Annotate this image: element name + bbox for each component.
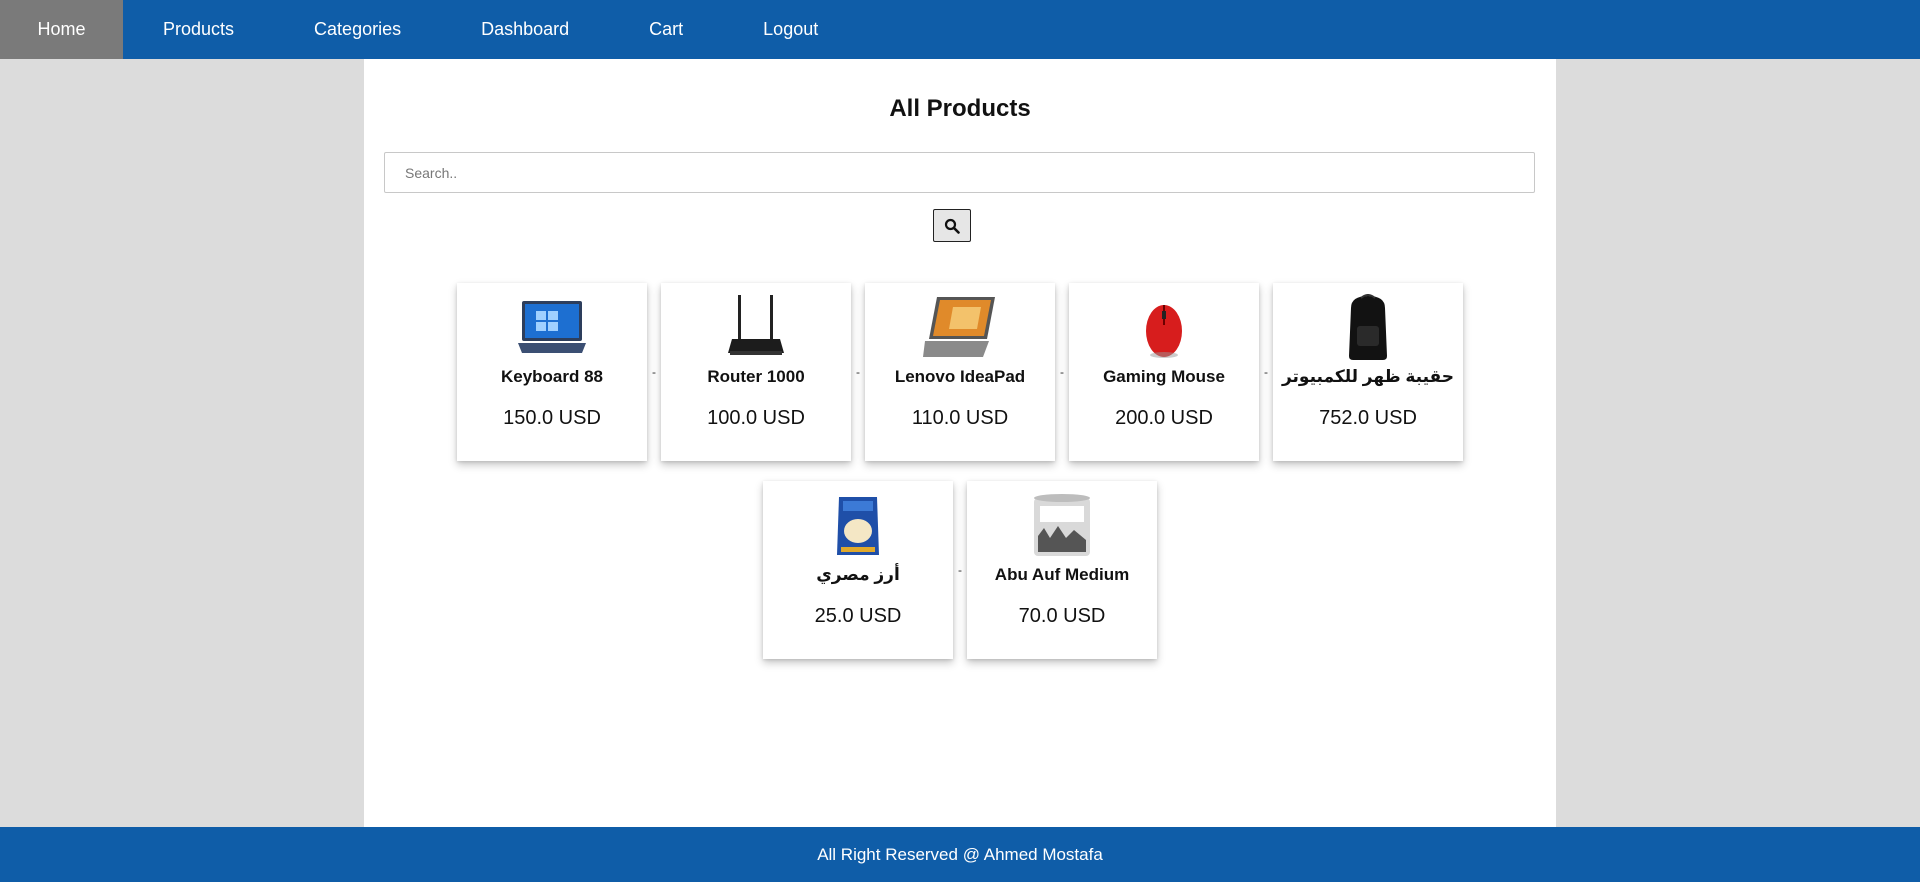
top-nav: Home Products Categories Dashboard Cart … [0, 0, 1920, 59]
footer-text: All Right Reserved @ Ahmed Mostafa [817, 844, 1103, 864]
laptop-image [920, 293, 1000, 363]
product-card[interactable]: Router 1000 100.0 USD [661, 283, 851, 461]
separator: - [652, 365, 656, 379]
nav-dashboard[interactable]: Dashboard [441, 0, 609, 59]
separator: - [958, 563, 962, 577]
router-image [716, 293, 796, 363]
product-price: 25.0 USD [814, 605, 902, 627]
product-name: Gaming Mouse [1103, 367, 1225, 386]
laptop-image [512, 293, 592, 363]
product-name: Abu Auf Medium [994, 565, 1130, 584]
page-title: All Products [889, 95, 1031, 122]
product-price: 150.0 USD [503, 407, 601, 429]
separator: - [1264, 365, 1268, 379]
main-content: All Products Keyboard 88 150.0 [364, 59, 1556, 827]
product-price: 752.0 USD [1319, 407, 1417, 429]
backpack-image [1328, 293, 1408, 363]
product-name: Keyboard 88 [500, 367, 604, 386]
product-price: 200.0 USD [1115, 407, 1213, 429]
mouse-image [1124, 293, 1204, 363]
product-price: 110.0 USD [911, 407, 1009, 429]
product-price: 100.0 USD [707, 407, 805, 429]
product-card[interactable]: Keyboard 88 150.0 USD [457, 283, 647, 461]
separator: - [856, 365, 860, 379]
nav-products[interactable]: Products [123, 0, 274, 59]
search-input[interactable] [384, 152, 1535, 193]
nav-categories[interactable]: Categories [274, 0, 441, 59]
product-card[interactable]: Abu Auf Medium 70.0 USD [967, 481, 1157, 659]
coffee-can-image [1022, 491, 1102, 561]
product-grid: Keyboard 88 150.0 USD - Router 1000 100.… [364, 283, 1556, 659]
product-name: Router 1000 [707, 367, 805, 386]
nav-cart[interactable]: Cart [609, 0, 723, 59]
footer: All Right Reserved @ Ahmed Mostafa [0, 827, 1920, 882]
product-card[interactable]: حقيبة ظهر للكمبيوتر 752.0 USD [1273, 283, 1463, 461]
product-card[interactable]: Gaming Mouse 200.0 USD [1069, 283, 1259, 461]
nav-logout[interactable]: Logout [723, 0, 858, 59]
product-card[interactable]: أرز مصري 25.0 USD [763, 481, 953, 659]
search-icon [944, 218, 960, 234]
nav-home[interactable]: Home [0, 0, 123, 59]
search-button[interactable] [933, 209, 971, 242]
separator: - [1060, 365, 1064, 379]
product-card[interactable]: Lenovo IdeaPad 110.0 USD [865, 283, 1055, 461]
product-price: 70.0 USD [1018, 605, 1106, 627]
product-name: أرز مصري [816, 565, 900, 584]
product-name: حقيبة ظهر للكمبيوتر [1281, 367, 1455, 386]
rice-bag-image [818, 491, 898, 561]
product-name: Lenovo IdeaPad [894, 367, 1026, 386]
